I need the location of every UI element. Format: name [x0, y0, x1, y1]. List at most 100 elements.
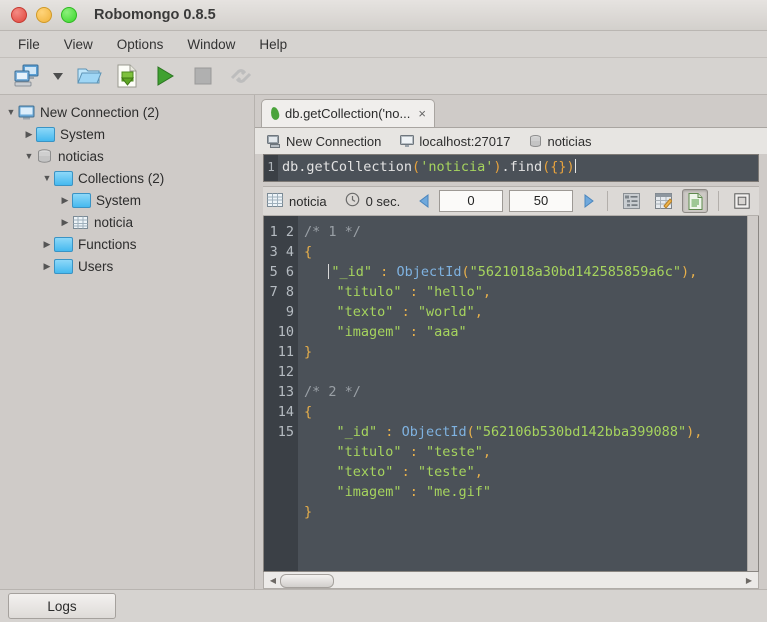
- maximize-icon: [734, 193, 750, 209]
- query-text[interactable]: db.getCollection('noticia').find({}): [278, 155, 758, 181]
- twisty-icon[interactable]: ▶: [40, 239, 54, 250]
- status-bar: Logs: [0, 589, 767, 622]
- server-icon: [267, 134, 280, 148]
- query-editor[interactable]: 1 db.getCollection('noticia').find({}): [263, 154, 759, 182]
- twisty-icon[interactable]: ▶: [22, 129, 36, 140]
- twisty-icon[interactable]: ▼: [22, 151, 36, 161]
- menu-options[interactable]: Options: [105, 34, 176, 55]
- play-icon: [157, 66, 174, 86]
- menu-help[interactable]: Help: [247, 34, 299, 55]
- twisty-icon[interactable]: ▶: [58, 195, 72, 206]
- connection-segment[interactable]: New Connection: [267, 134, 381, 149]
- logs-button[interactable]: Logs: [8, 593, 116, 619]
- scroll-track[interactable]: [280, 574, 742, 588]
- window-minimize-button[interactable]: [36, 7, 52, 23]
- collection-grid-icon: [72, 215, 89, 230]
- query-token-1: (: [412, 159, 421, 175]
- database-segment[interactable]: noticias: [529, 133, 592, 149]
- menu-view[interactable]: View: [52, 34, 105, 55]
- prev-page-button[interactable]: [415, 191, 433, 211]
- query-token-0: db.getCollection: [282, 159, 413, 175]
- tree-item-label: System: [96, 192, 142, 208]
- document-text-icon: [688, 192, 702, 210]
- connect-dropdown[interactable]: [48, 61, 68, 91]
- text-caret: [574, 159, 576, 173]
- table-view-button[interactable]: [650, 189, 676, 213]
- database-icon: [36, 148, 53, 164]
- doc-comment: /* 2 */: [304, 384, 361, 400]
- folder-open-icon: [77, 68, 102, 84]
- results-vertical-scrollbar[interactable]: [747, 216, 758, 571]
- folder-icon: [36, 127, 55, 142]
- field-value: "5621018a30bd142585859a6c": [469, 264, 681, 280]
- line-number: 9: [285, 304, 294, 320]
- skip-input[interactable]: 0: [439, 190, 503, 212]
- text-view-button[interactable]: [682, 189, 708, 213]
- tree-item-collections[interactable]: ▼ Collections (2): [0, 167, 254, 189]
- field-colon: :: [385, 424, 394, 440]
- field-value: "562106b530bd142bba399088": [474, 424, 687, 440]
- execute-query-button[interactable]: [148, 61, 182, 91]
- chevron-down-icon: [53, 73, 63, 80]
- tree-item-functions[interactable]: ▶ Functions: [0, 233, 254, 255]
- line-number: 3: [269, 244, 278, 260]
- folder-icon: [54, 171, 73, 186]
- field-key: "titulo": [336, 284, 402, 300]
- menu-file[interactable]: File: [12, 34, 52, 55]
- line-number: 5: [269, 264, 278, 280]
- results-horizontal-scrollbar[interactable]: ◀ ▶: [263, 572, 759, 589]
- field-colon: :: [401, 304, 410, 320]
- scroll-left-icon[interactable]: ◀: [266, 576, 280, 585]
- query-token-6: {}: [550, 159, 567, 175]
- doc-open-brace: {: [304, 404, 313, 420]
- save-script-button[interactable]: [110, 61, 144, 91]
- tree-item-system[interactable]: ▶ System: [0, 123, 254, 145]
- host-segment[interactable]: localhost:27017: [400, 134, 510, 149]
- results-output[interactable]: 1 2 3 4 5 6 7 8 9 10 11 12 13 14 15 /* 1…: [263, 216, 759, 572]
- field-colon: :: [409, 444, 418, 460]
- window-close-button[interactable]: [11, 7, 27, 23]
- result-elapsed-time: 0 sec.: [365, 193, 401, 209]
- window-maximize-button[interactable]: [61, 7, 77, 23]
- menu-window[interactable]: Window: [175, 34, 247, 55]
- workspace: db.getCollection('no... × New Connection: [255, 95, 767, 589]
- stop-square-icon: [194, 67, 212, 85]
- field-colon: :: [380, 264, 389, 280]
- field-value: "hello": [425, 284, 483, 300]
- scroll-thumb[interactable]: [280, 574, 334, 588]
- connection-info-bar: New Connection localhost:27017 noticias: [255, 127, 767, 154]
- query-token-2: 'noticia': [420, 159, 494, 175]
- twisty-icon[interactable]: ▶: [40, 261, 54, 272]
- twisty-icon[interactable]: ▶: [58, 217, 72, 228]
- tab-strip: db.getCollection('no... ×: [255, 95, 767, 127]
- database-label: noticias: [547, 133, 592, 149]
- results-text[interactable]: /* 1 */ { "_id" : ObjectId("5621018a30bd…: [298, 216, 758, 571]
- tree-item-noticias-db[interactable]: ▼ noticias: [0, 145, 254, 167]
- tree-item-new-connection[interactable]: ▼ New Connection (2): [0, 101, 254, 123]
- line-number: 10: [277, 324, 294, 340]
- collection-grid-icon: [267, 192, 283, 210]
- next-page-button[interactable]: [579, 191, 597, 211]
- menu-bar: File View Options Window Help: [0, 31, 767, 58]
- scroll-right-icon[interactable]: ▶: [742, 576, 756, 585]
- field-value: "me.gif": [425, 484, 491, 500]
- connect-button[interactable]: [10, 61, 44, 91]
- doc-close-brace: }: [304, 504, 313, 520]
- twisty-icon[interactable]: ▼: [40, 173, 54, 183]
- query-tab[interactable]: db.getCollection('no... ×: [261, 99, 435, 127]
- field-trailing: ,: [474, 304, 483, 320]
- maximize-result-button[interactable]: [729, 189, 755, 213]
- field-trailing: ,: [474, 464, 483, 480]
- field-colon: :: [401, 464, 410, 480]
- tree-item-users[interactable]: ▶ Users: [0, 255, 254, 277]
- open-script-button[interactable]: [72, 61, 106, 91]
- tree-view-button[interactable]: [618, 189, 644, 213]
- disconnect-button: [224, 61, 258, 91]
- close-icon[interactable]: ×: [418, 106, 426, 121]
- twisty-icon[interactable]: ▼: [4, 107, 18, 117]
- tree-item-noticia-collection[interactable]: ▶ noticia: [0, 211, 254, 233]
- tree-item-system-collections[interactable]: ▶ System: [0, 189, 254, 211]
- tree-item-label: Functions: [78, 236, 137, 252]
- database-icon: [530, 134, 542, 147]
- limit-input[interactable]: 50: [509, 190, 573, 212]
